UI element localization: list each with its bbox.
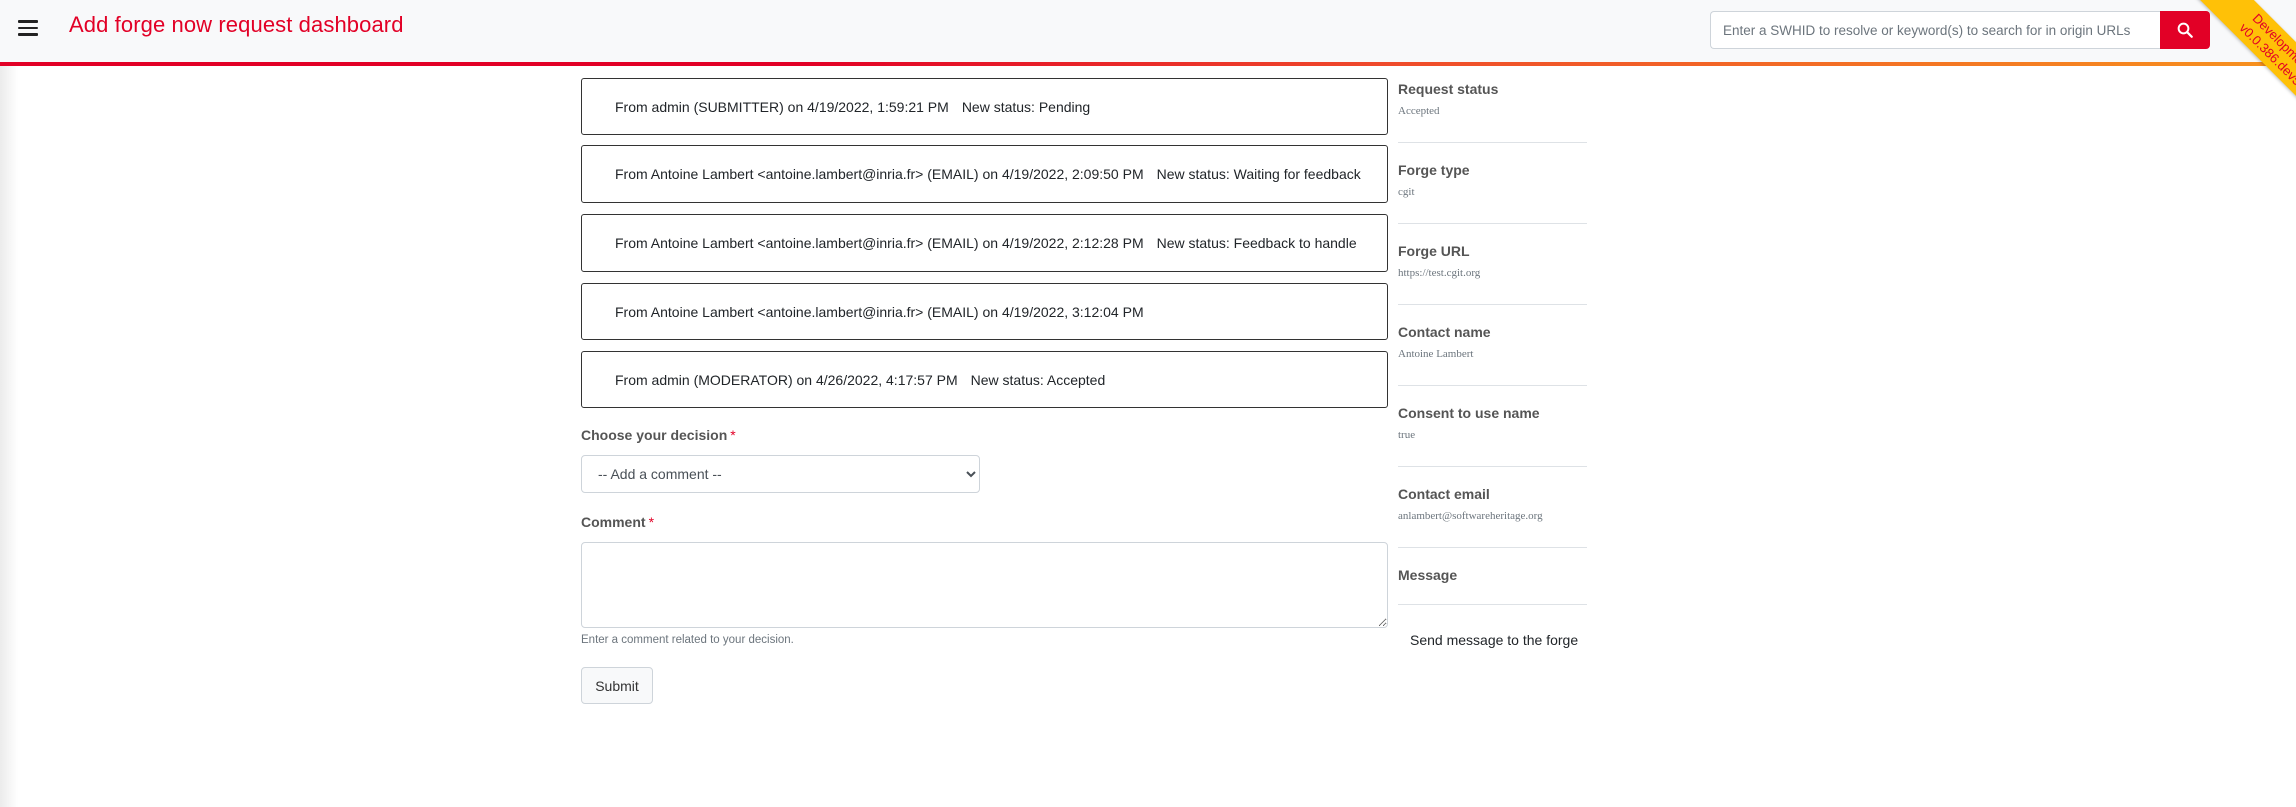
history-item-status: New status: Pending xyxy=(961,98,1091,115)
contact-name-label: Contact name xyxy=(1398,324,1491,340)
contact-email-label: Contact email xyxy=(1398,486,1490,502)
hamburger-menu-icon[interactable] xyxy=(18,20,38,36)
message-block: Message xyxy=(1398,567,1587,583)
comment-textarea[interactable] xyxy=(581,542,1388,628)
history-item: From admin (MODERATOR) on 4/26/2022, 4:1… xyxy=(581,351,1388,408)
forge-url-value: https://test.cgit.org xyxy=(1398,267,1481,279)
history-item-text: From admin (MODERATOR) on 4/26/2022, 4:1… xyxy=(615,371,958,388)
divider xyxy=(1398,547,1587,548)
contact-name-block: Contact name Antoine Lambert xyxy=(1398,324,1587,360)
divider xyxy=(1398,304,1587,305)
history-item-text: From Antoine Lambert <antoine.lambert@in… xyxy=(615,235,1144,251)
submit-button[interactable]: Submit xyxy=(581,667,653,704)
forge-url-block: Forge URL https://test.cgit.org xyxy=(1398,243,1587,279)
request-status-label: Request status xyxy=(1398,81,1499,97)
request-status-block: Request status Accepted xyxy=(1398,81,1587,117)
history-item: From admin (SUBMITTER) on 4/19/2022, 1:5… xyxy=(581,78,1388,135)
comment-help-text: Enter a comment related to your decision… xyxy=(581,634,794,646)
divider xyxy=(1398,604,1587,605)
header-gradient-bar xyxy=(0,62,2296,66)
decision-select[interactable]: -- Add a comment -- xyxy=(581,455,980,493)
message-label: Message xyxy=(1398,567,1458,583)
contact-email-value: anlambert@softwareheritage.org xyxy=(1398,510,1543,522)
sidebar-shadow xyxy=(0,66,18,807)
consent-value: true xyxy=(1398,429,1416,441)
required-mark: * xyxy=(648,514,655,530)
history-item-text: From admin (SUBMITTER) on 4/19/2022, 1:5… xyxy=(615,98,949,115)
top-navbar: Add forge now request dashboard xyxy=(0,0,2296,64)
consent-block: Consent to use name true xyxy=(1398,405,1587,441)
divider xyxy=(1398,466,1587,467)
forge-type-value: cgit xyxy=(1398,186,1415,198)
forge-type-block: Forge type cgit xyxy=(1398,162,1587,198)
history-item-status: New status: Accepted xyxy=(970,371,1106,388)
history-item-status: New status: Feedback to handle xyxy=(1156,235,1357,251)
history-item: From Antoine Lambert <antoine.lambert@in… xyxy=(581,145,1388,203)
search-input[interactable] xyxy=(1710,11,2160,49)
forge-type-label: Forge type xyxy=(1398,162,1470,178)
divider xyxy=(1398,142,1587,143)
history-item-text: From Antoine Lambert <antoine.lambert@in… xyxy=(615,166,1144,182)
request-status-value: Accepted xyxy=(1398,105,1440,117)
decision-label: Choose your decision * xyxy=(581,427,736,443)
required-mark: * xyxy=(730,427,736,443)
history-item-text: From Antoine Lambert <antoine.lambert@in… xyxy=(615,303,1144,320)
history-item-status: New status: Waiting for feedback xyxy=(1156,166,1361,182)
comment-label: Comment * xyxy=(581,514,655,530)
history-item: From Antoine Lambert <antoine.lambert@in… xyxy=(581,214,1388,272)
forge-url-label: Forge URL xyxy=(1398,243,1470,259)
send-message-link[interactable]: Send message to the forge xyxy=(1410,632,1578,648)
divider xyxy=(1398,385,1587,386)
page-title: Add forge now request dashboard xyxy=(69,12,404,37)
contact-email-block: Contact email anlambert@softwareheritage… xyxy=(1398,486,1587,522)
history-item: From Antoine Lambert <antoine.lambert@in… xyxy=(581,283,1388,340)
contact-name-value: Antoine Lambert xyxy=(1398,348,1474,360)
environment-ribbon: Development v0.0.386.dev5 xyxy=(2186,0,2296,110)
divider xyxy=(1398,223,1587,224)
consent-label: Consent to use name xyxy=(1398,405,1540,421)
